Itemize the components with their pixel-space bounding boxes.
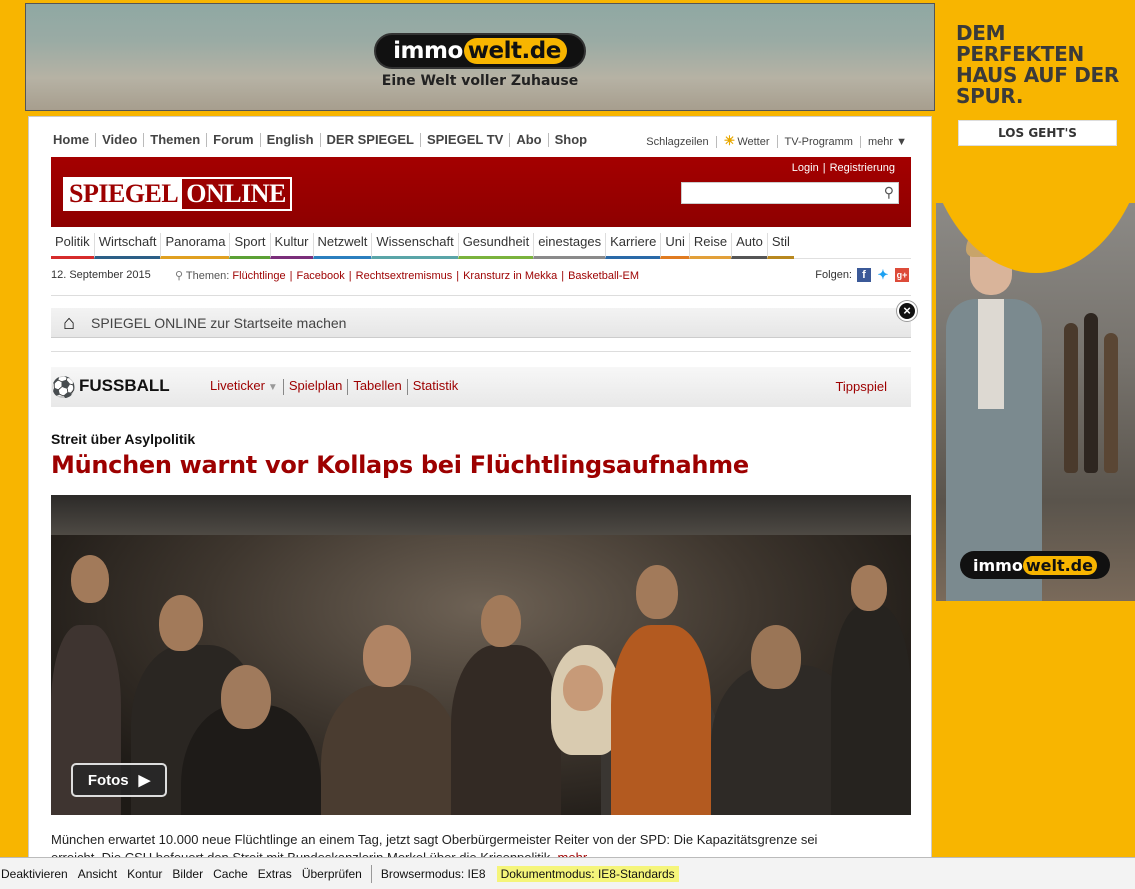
devbar-cache[interactable]: Cache [208, 867, 253, 881]
topic-rechtsextremismus[interactable]: Rechtsextremismus [356, 270, 453, 282]
ressort-reise[interactable]: Reise [688, 233, 732, 259]
nav-video[interactable]: Video [96, 133, 145, 147]
facebook-icon[interactable]: f [857, 268, 871, 282]
register-link[interactable]: Registrierung [826, 162, 899, 174]
nav-english[interactable]: English [261, 133, 321, 147]
liveticker-link[interactable]: Liveticker ▼ [210, 379, 283, 395]
service-nav: Home Video Themen Forum English DER SPIE… [51, 133, 593, 147]
devbar-browser-mode[interactable]: Browsermodus: IE8 [376, 867, 491, 881]
nav-wetter[interactable]: ☀ Wetter [717, 133, 778, 148]
ressort-netzwelt[interactable]: Netzwelt [312, 233, 372, 259]
main-page: Home Video Themen Forum English DER SPIE… [28, 116, 932, 865]
service-nav-right: Schlagzeilen ☀ Wetter TV-Programm mehr ▼ [639, 133, 907, 148]
topic-basketball-em[interactable]: Basketball-EM [568, 270, 639, 282]
devbar-ueberpruefen[interactable]: Überprüfen [297, 867, 367, 881]
nav-shop[interactable]: Shop [549, 133, 594, 147]
topic-fluechtlinge[interactable]: Flüchtlinge [232, 270, 285, 282]
ad-headline: DEM PERFEKTEN HAUS AUF DER SPUR. [956, 21, 1120, 108]
nav-mehr[interactable]: mehr ▼ [861, 136, 907, 148]
search-input[interactable]: ⚲ [681, 182, 899, 204]
play-arrow-icon: ▶ [138, 772, 151, 789]
article-kicker[interactable]: Streit über Asylpolitik [51, 431, 195, 447]
fussball-links: Liveticker ▼ Spielplan Tabellen Statistik [210, 379, 463, 395]
devbar-bilder[interactable]: Bilder [167, 867, 208, 881]
themen-bar: 12. September 2015 ⚲ Themen: Flüchtlinge… [51, 267, 911, 285]
login-link[interactable]: Login [788, 162, 823, 174]
fussball-bar: ⚽ FUSSBALL Liveticker ▼ Spielplan Tabelle… [51, 367, 911, 407]
immowelt-logo-small: immo welt.de [960, 551, 1110, 579]
devbar-extras[interactable]: Extras [253, 867, 297, 881]
site-header: SPIEGEL ONLINE Login | Registrierung ⚲ [51, 157, 911, 227]
devbar-deaktivieren[interactable]: Deaktivieren [0, 867, 73, 881]
topic-kransturz[interactable]: Kransturz in Mekka [463, 270, 557, 282]
immowelt-logo: immo welt.de [374, 33, 586, 69]
ressort-sport[interactable]: Sport [229, 233, 270, 259]
statistik-link[interactable]: Statistik [406, 379, 464, 395]
ressort-stil[interactable]: Stil [766, 233, 794, 259]
article-photo[interactable]: Fotos ▶ [51, 495, 911, 815]
sun-icon: ☀ [723, 133, 736, 148]
startpage-text: SPIEGEL ONLINE zur Startseite machen [91, 315, 347, 331]
ressort-gesundheit[interactable]: Gesundheit [457, 233, 534, 259]
football-icon: ⚽ [51, 377, 76, 399]
ressort-wissenschaft[interactable]: Wissenschaft [371, 233, 458, 259]
startpage-bar[interactable]: ⌂ SPIEGEL ONLINE zur Startseite machen [51, 308, 911, 338]
ressort-uni[interactable]: Uni [660, 233, 689, 259]
spiegel-online-logo[interactable]: SPIEGEL ONLINE [63, 177, 292, 211]
article-headline[interactable]: München warnt vor Kollaps bei Flüchtling… [51, 451, 749, 479]
ressort-auto[interactable]: Auto [731, 233, 767, 259]
topic-facebook[interactable]: Facebook [296, 270, 344, 282]
divider [51, 295, 911, 296]
home-icon: ⌂ [63, 312, 76, 334]
close-icon[interactable]: × [897, 301, 917, 321]
ie-developer-toolbar: Deaktivieren Ansicht Kontur Bilder Cache… [0, 857, 1135, 889]
fotos-button[interactable]: Fotos ▶ [71, 763, 167, 797]
ressort-politik[interactable]: Politik [51, 233, 94, 259]
ad-slogan: Eine Welt voller Zuhause [381, 73, 579, 89]
login-links: Login | Registrierung [788, 162, 899, 174]
nav-themen[interactable]: Themen [144, 133, 208, 147]
nav-der-spiegel[interactable]: DER SPIEGEL [321, 133, 421, 147]
fussball-title[interactable]: FUSSBALL [79, 376, 170, 396]
skyscraper-ad[interactable]: DEM PERFEKTEN HAUS AUF DER SPUR. LOS GEH… [936, 3, 1135, 601]
devbar-ansicht[interactable]: Ansicht [73, 867, 122, 881]
ressort-wirtschaft[interactable]: Wirtschaft [93, 233, 161, 259]
ressort-einestages[interactable]: einestages [533, 233, 606, 259]
google-plus-icon[interactable]: g+ [895, 268, 909, 282]
nav-home[interactable]: Home [51, 133, 97, 147]
nav-forum[interactable]: Forum [207, 133, 261, 147]
search-icon[interactable]: ⚲ [884, 184, 894, 201]
follow-links: Folgen: f ✦ g+ [815, 267, 909, 282]
ressort-kultur[interactable]: Kultur [269, 233, 313, 259]
divider [370, 864, 372, 883]
devbar-document-mode[interactable]: Dokumentmodus: IE8-Standards [496, 865, 679, 882]
tabellen-link[interactable]: Tabellen [347, 379, 406, 395]
topic-list: ⚲ Themen: Flüchtlinge | Facebook | Rechtsext… [175, 270, 640, 282]
twitter-icon[interactable]: ✦ [876, 268, 890, 282]
tippspiel-link[interactable]: Tippspiel [835, 379, 887, 394]
nav-abo[interactable]: Abo [510, 133, 549, 147]
devbar-kontur[interactable]: Kontur [122, 867, 167, 881]
ressort-panorama[interactable]: Panorama [160, 233, 230, 259]
nav-tv-programm[interactable]: TV-Programm [778, 135, 861, 148]
ad-guitars-image [1064, 303, 1124, 473]
pin-icon: ⚲ [175, 270, 184, 282]
current-date: 12. September 2015 [51, 269, 151, 281]
nav-spiegel-tv[interactable]: SPIEGEL TV [421, 133, 511, 147]
nav-schlagzeilen[interactable]: Schlagzeilen [639, 135, 717, 148]
top-banner-ad[interactable]: immo welt.de Eine Welt voller Zuhause [25, 3, 935, 111]
divider [51, 351, 911, 352]
ressort-nav: Politik Wirtschaft Panorama Sport Kultur Netz… [51, 233, 911, 259]
spielplan-link[interactable]: Spielplan [282, 379, 348, 395]
ressort-karriere[interactable]: Karriere [605, 233, 661, 259]
dropdown-arrow-icon: ▼ [267, 382, 278, 393]
ad-cta-button[interactable]: LOS GEHT'S [958, 120, 1117, 146]
